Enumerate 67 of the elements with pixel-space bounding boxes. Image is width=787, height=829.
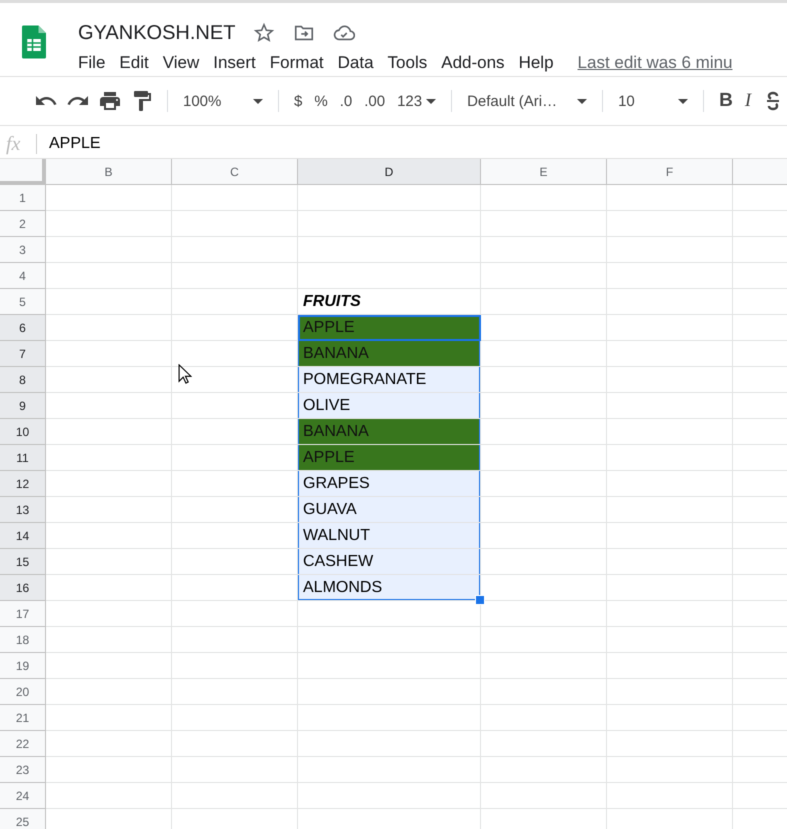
menu-item[interactable]: Format	[262, 51, 331, 75]
row-number[interactable]: 8	[0, 367, 46, 393]
row-number[interactable]: 10	[0, 419, 46, 445]
fill-handle[interactable]	[475, 595, 485, 605]
menu-item[interactable]: Data	[330, 51, 381, 75]
column-header[interactable]: E	[481, 159, 607, 185]
bold-button[interactable]: B	[713, 87, 739, 115]
row-number[interactable]: 24	[0, 783, 46, 809]
row-number[interactable]: 18	[0, 627, 46, 653]
font-dropdown[interactable]: Default (Ari…	[461, 87, 594, 115]
table-cell[interactable]: POMEGRANATE	[298, 367, 481, 393]
number-format-dropdown[interactable]: 123	[391, 87, 442, 115]
row-number[interactable]: 14	[0, 523, 46, 549]
menu-item[interactable]: Add-ons	[434, 51, 512, 75]
row-number[interactable]: 22	[0, 731, 46, 757]
row-number[interactable]: 5	[0, 289, 46, 315]
print-icon[interactable]	[98, 89, 122, 113]
row-number[interactable]: 1	[0, 185, 46, 211]
document-title[interactable]: GYANKOSH.NET	[78, 22, 236, 44]
menu-item[interactable]: Insert	[206, 51, 263, 75]
row-number[interactable]: 20	[0, 679, 46, 705]
column-header[interactable]: B	[46, 159, 172, 185]
row-number[interactable]: 25	[0, 809, 46, 829]
table-cell[interactable]: WALNUT	[298, 523, 481, 549]
row-number[interactable]: 12	[0, 471, 46, 497]
column-header[interactable]: D	[298, 159, 481, 185]
caret-icon	[253, 98, 263, 104]
row-number[interactable]: 17	[0, 601, 46, 627]
formula-field[interactable]: APPLE	[49, 135, 101, 153]
row-number[interactable]: 3	[0, 237, 46, 263]
table-cell[interactable]: CASHEW	[298, 549, 481, 575]
table-cell[interactable]: GRAPES	[298, 471, 481, 497]
row-number[interactable]: 13	[0, 497, 46, 523]
menu-item[interactable]: Tools	[380, 51, 434, 75]
zoom-dropdown[interactable]: 100%	[177, 87, 269, 115]
mouse-pointer-icon	[178, 364, 192, 384]
last-edit-link[interactable]: Last edit was 6 minu	[578, 53, 732, 73]
italic-button[interactable]: I	[738, 87, 758, 115]
row-number[interactable]: 6	[0, 315, 46, 341]
column-header[interactable]: C	[172, 159, 298, 185]
menu-item[interactable]: Edit	[112, 51, 156, 75]
caret-icon	[577, 98, 588, 104]
row-number[interactable]: 4	[0, 263, 46, 289]
row-number[interactable]: 2	[0, 211, 46, 237]
menu-item[interactable]: View	[156, 51, 206, 75]
star-icon[interactable]	[253, 22, 276, 44]
percent-button[interactable]: %	[308, 87, 334, 115]
formula-label: fx	[5, 132, 22, 156]
row-number[interactable]: 9	[0, 393, 46, 419]
row-number[interactable]: 16	[0, 575, 46, 601]
decrease-decimals-button[interactable]: .0	[334, 87, 358, 115]
column-header[interactable]: F	[607, 159, 733, 185]
table-cell[interactable]: GUAVA	[298, 497, 481, 523]
font-size-dropdown[interactable]: 10	[612, 87, 694, 115]
caret-icon	[678, 98, 688, 104]
increase-decimals-button[interactable]: .00	[358, 87, 392, 115]
menu-item[interactable]: Help	[512, 51, 561, 75]
currency-button[interactable]: $	[288, 87, 308, 115]
row-number[interactable]: 15	[0, 549, 46, 575]
row-number[interactable]: 21	[0, 705, 46, 731]
menu-item[interactable]: File	[71, 51, 112, 75]
row-number[interactable]: 23	[0, 757, 46, 783]
caret-icon	[426, 98, 436, 104]
row-number[interactable]: 11	[0, 445, 46, 471]
row-number[interactable]: 19	[0, 653, 46, 679]
row-number[interactable]: 7	[0, 341, 46, 367]
table-cell[interactable]: OLIVE	[298, 393, 481, 419]
